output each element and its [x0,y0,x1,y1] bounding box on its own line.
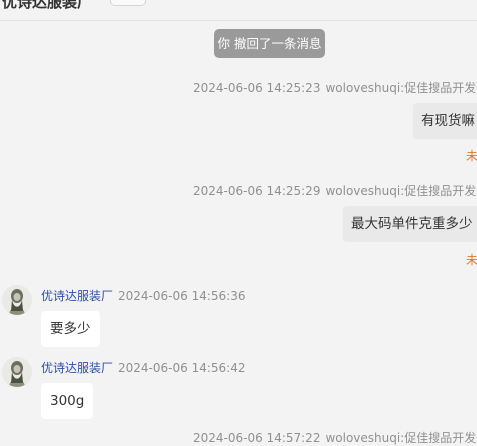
message-sender[interactable]: 优诗达服装厂 [41,361,113,375]
message-meta: 优诗达服装厂 2024-06-06 14:56:36 [41,287,245,304]
message-meta: 优诗达服装厂 2024-06-06 14:56:42 [41,359,245,376]
read-status: 未读 [466,253,477,267]
message-sender[interactable]: 优诗达服装厂 [41,289,113,303]
incoming-message-bubble[interactable]: 要多少 [41,311,100,347]
outgoing-message-bubble[interactable]: 有现货嘛 [413,103,477,139]
shop-avatar-icon[interactable] [2,357,32,387]
chat-header: 优诗达服装厂 [0,0,477,21]
message-time: 2024-06-06 14:56:36 [118,289,246,303]
shop-avatar-icon[interactable] [2,285,32,315]
header-tag[interactable] [110,0,146,6]
recall-notice: 你 撤回了一条消息 [214,29,325,58]
incoming-message-bubble[interactable]: 300g [41,383,94,419]
message-time: 2024-06-06 14:25:29 [193,184,321,198]
message-meta: 2024-06-06 14:25:23 woloveshuqi:促佳搜品开发部 [193,79,477,96]
message-sender: woloveshuqi:促佳搜品开发部 [325,184,477,198]
chat-title: 优诗达服装厂 [2,0,93,11]
message-meta: 2024-06-06 14:25:29 woloveshuqi:促佳搜品开发部 [193,182,477,199]
outgoing-message-bubble[interactable]: 最大码单件克重多少 [343,206,477,242]
message-time: 2024-06-06 14:25:23 [193,81,321,95]
message-sender: woloveshuqi:促佳搜品开发部 [325,81,477,95]
message-sender: woloveshuqi:促佳搜品开发部 [325,431,477,445]
read-status: 未读 [466,149,477,163]
message-time: 2024-06-06 14:57:22 [193,431,321,445]
message-time: 2024-06-06 14:56:42 [118,361,246,375]
